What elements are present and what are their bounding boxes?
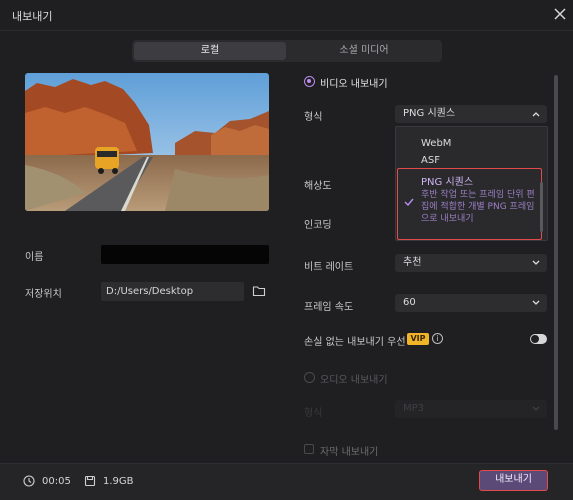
bitrate-select-value: 추천 — [403, 257, 422, 268]
format-label: 형식 — [304, 112, 323, 123]
name-input[interactable] — [101, 245, 269, 264]
format-option-asf[interactable]: ASF — [421, 155, 440, 166]
subtitle-export-checkbox[interactable] — [304, 444, 314, 454]
title-bar — [0, 0, 573, 30]
format-option-webm[interactable]: WebM — [421, 138, 451, 149]
framerate-select[interactable]: 60 — [395, 294, 547, 312]
audio-export-radio[interactable] — [304, 372, 315, 383]
info-icon[interactable]: i — [432, 333, 443, 344]
panel-scrollbar[interactable] — [554, 75, 558, 430]
chevron-up-icon — [532, 112, 540, 117]
encoding-label: 인코딩 — [304, 220, 332, 231]
export-button[interactable]: 내보내기 — [479, 470, 548, 491]
chevron-down-icon — [532, 260, 540, 265]
save-location-input[interactable]: D:/Users/Desktop — [101, 282, 244, 301]
bitrate-select[interactable]: 추천 — [395, 254, 547, 272]
video-export-label: 비디오 내보내기 — [320, 79, 388, 90]
audio-format-select-value: MP3 — [403, 403, 425, 414]
audio-format-select: MP3 — [395, 400, 547, 418]
file-size-text: 1.9GB — [103, 476, 134, 487]
tab-local[interactable]: 로컬 — [134, 42, 286, 60]
subtitle-export-label: 자막 내보내기 — [320, 447, 379, 458]
bitrate-label: 비트 레이트 — [304, 262, 354, 273]
clock-icon — [23, 475, 35, 490]
selection-highlight — [397, 168, 542, 240]
resolution-label: 해상도 — [304, 181, 332, 192]
video-preview — [25, 73, 269, 211]
format-select-value: PNG 시퀀스 — [403, 108, 456, 119]
lossless-export-toggle[interactable] — [530, 334, 547, 344]
chevron-down-icon — [532, 406, 540, 411]
name-label: 이름 — [25, 252, 44, 263]
framerate-select-value: 60 — [403, 297, 416, 308]
audio-export-label: 오디오 내보내기 — [320, 375, 388, 386]
dropdown-scrollbar[interactable] — [540, 182, 543, 232]
file-size-icon — [84, 475, 96, 490]
format-select[interactable]: PNG 시퀀스 — [395, 105, 547, 123]
duration-text: 00:05 — [42, 476, 71, 487]
tab-social-media[interactable]: 소셜 미디어 — [288, 42, 440, 60]
save-location-label: 저장위치 — [25, 289, 62, 300]
video-export-radio[interactable] — [304, 76, 315, 87]
close-icon[interactable] — [551, 5, 569, 23]
chevron-down-icon — [532, 300, 540, 305]
vip-badge: VIP — [407, 333, 429, 345]
lossless-export-label: 손실 없는 내보내기 우선 — [304, 337, 406, 348]
export-tabs: 로컬 소셜 미디어 — [132, 40, 442, 62]
audio-format-label: 형식 — [304, 408, 323, 419]
folder-icon[interactable] — [252, 284, 266, 298]
framerate-label: 프레임 속도 — [304, 302, 354, 313]
title-divider — [0, 30, 573, 31]
window-title: 내보내기 — [12, 10, 53, 23]
